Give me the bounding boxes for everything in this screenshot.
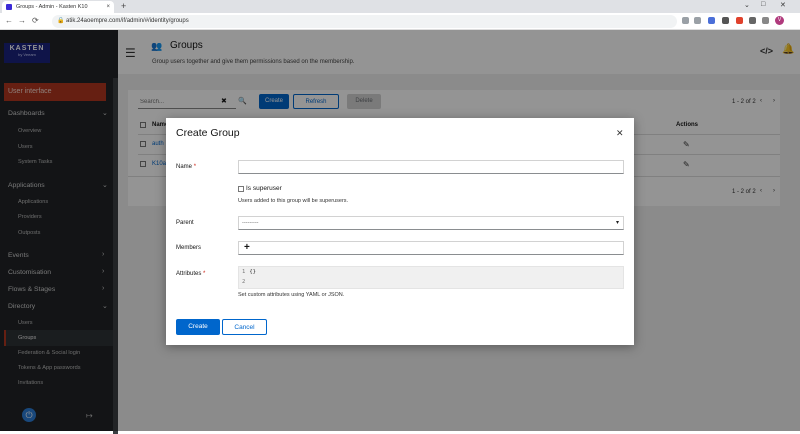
modal-create-button[interactable]: Create: [176, 319, 220, 335]
name-label: Name *: [176, 164, 196, 170]
attributes-help: Set custom attributes using YAML or JSON…: [238, 292, 345, 298]
modal-title: Create Group: [176, 127, 240, 139]
tab-title: Groups - Admin - Kasten K10: [16, 4, 88, 10]
extension-icon[interactable]: [708, 17, 715, 24]
superuser-checkbox[interactable]: [238, 186, 244, 192]
name-input[interactable]: [238, 160, 624, 174]
create-group-modal: Create Group ✕ Name * Is superuser Users…: [166, 118, 634, 345]
address-bar-row: ← → ⟳ 🔒 atik.24aoempre.com/if/admin/#/id…: [0, 13, 800, 30]
url-text: atik.24aoempre.com/if/admin/#/identity/g…: [66, 18, 189, 24]
code-line: 2: [242, 279, 249, 285]
line-text: {}: [249, 269, 256, 275]
extension-icon[interactable]: [736, 17, 743, 24]
attributes-label-text: Attributes: [176, 271, 202, 277]
superuser-help: Users added to this group will be superu…: [238, 198, 349, 204]
line-number: 1: [242, 269, 246, 275]
maximize-button[interactable]: □: [761, 1, 765, 8]
share-icon[interactable]: [682, 17, 689, 24]
attributes-label: Attributes *: [176, 271, 205, 277]
required-marker: *: [193, 164, 197, 170]
window-close-button[interactable]: ✕: [780, 1, 786, 9]
caret-down-icon: ▾: [615, 220, 619, 226]
parent-select-value: ---------: [242, 220, 259, 226]
browser-tab-bar: Groups - Admin - Kasten K10 × + ⌄ □ ✕: [0, 0, 800, 13]
add-member-icon[interactable]: +: [244, 242, 250, 253]
extension-icon[interactable]: [722, 17, 729, 24]
required-marker: *: [203, 271, 206, 277]
line-number: 2: [242, 279, 246, 285]
browser-tab[interactable]: Groups - Admin - Kasten K10 ×: [2, 1, 114, 13]
minimize-button[interactable]: ⌄: [744, 1, 750, 9]
profile-avatar[interactable]: V: [775, 16, 784, 25]
superuser-label: Is superuser: [246, 185, 282, 192]
parent-select[interactable]: --------- ▾: [238, 216, 624, 230]
tab-close-icon[interactable]: ×: [106, 4, 110, 10]
parent-label: Parent: [176, 220, 194, 226]
code-line: 1{}: [242, 269, 256, 275]
extensions-puzzle-icon[interactable]: [749, 17, 756, 24]
attributes-code-editor[interactable]: 1{} 2: [238, 266, 624, 289]
name-label-text: Name: [176, 164, 193, 170]
side-panel-icon[interactable]: [762, 17, 769, 24]
members-label: Members: [176, 245, 202, 251]
members-field[interactable]: +: [238, 241, 624, 255]
reload-icon[interactable]: ⟳: [32, 16, 39, 25]
modal-cancel-button[interactable]: Cancel: [222, 319, 267, 335]
new-tab-button[interactable]: +: [121, 1, 126, 11]
url-bar[interactable]: 🔒 atik.24aoempre.com/if/admin/#/identity…: [52, 15, 677, 28]
favicon-icon: [6, 4, 12, 10]
forward-icon[interactable]: →: [18, 16, 26, 25]
close-icon[interactable]: ✕: [616, 128, 624, 139]
bookmark-star-icon[interactable]: [694, 17, 701, 24]
back-icon[interactable]: ←: [5, 16, 13, 25]
lock-icon: 🔒: [57, 18, 65, 24]
